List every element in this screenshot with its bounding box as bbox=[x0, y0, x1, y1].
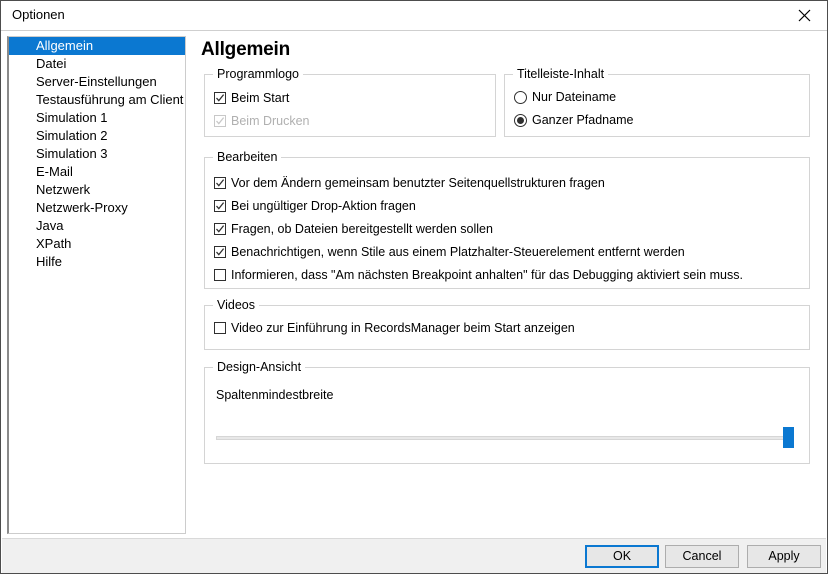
slider-track[interactable] bbox=[216, 436, 794, 440]
checkbox-label: Video zur Einführung in RecordsManager b… bbox=[231, 321, 575, 335]
radio-ganzer-pfadname[interactable]: Ganzer Pfadname bbox=[514, 113, 633, 127]
checkbox-beim-drucken: Beim Drucken bbox=[214, 114, 310, 128]
cancel-button[interactable]: Cancel bbox=[665, 545, 739, 568]
page-title: Allgemein bbox=[201, 39, 290, 61]
checkbox-label: Beim Start bbox=[231, 91, 289, 105]
content-pane: Allgemein Programmlogo Beim Start Beim bbox=[193, 33, 818, 533]
apply-button[interactable]: Apply bbox=[747, 545, 821, 568]
slider-spaltenmindestbreite[interactable] bbox=[216, 435, 794, 440]
sidebar-item-allgemein[interactable]: Allgemein bbox=[9, 37, 185, 55]
checkbox-beim-start[interactable]: Beim Start bbox=[214, 91, 289, 105]
group-bearbeiten: Bearbeiten Vor dem Ändern gemeinsam benu… bbox=[204, 157, 810, 289]
group-programmlogo: Programmlogo Beim Start Beim Drucken bbox=[204, 74, 496, 137]
checkbox-drop-aktion-fragen[interactable]: Bei ungültiger Drop-Aktion fragen bbox=[214, 199, 416, 213]
sidebar-item-e-mail[interactable]: E-Mail bbox=[9, 163, 185, 181]
checkmark-icon bbox=[214, 246, 226, 258]
sidebar-item-hilfe[interactable]: Hilfe bbox=[9, 253, 185, 271]
group-legend-design-ansicht: Design-Ansicht bbox=[213, 360, 305, 374]
slider-thumb[interactable] bbox=[783, 427, 794, 448]
checkbox-label: Bei ungültiger Drop-Aktion fragen bbox=[231, 199, 416, 213]
radio-nur-dateiname[interactable]: Nur Dateiname bbox=[514, 90, 616, 104]
sidebar-item-simulation-2[interactable]: Simulation 2 bbox=[9, 127, 185, 145]
group-legend-bearbeiten: Bearbeiten bbox=[213, 150, 281, 164]
sidebar-item-testausfuehrung-am-client[interactable]: Testausführung am Client bbox=[9, 91, 185, 109]
titlebar: Optionen bbox=[1, 1, 827, 31]
options-dialog: Optionen Allgemein Datei Server-Einstell… bbox=[0, 0, 828, 574]
sidebar-item-xpath[interactable]: XPath bbox=[9, 235, 185, 253]
group-legend-titelleiste-inhalt: Titelleiste-Inhalt bbox=[513, 67, 608, 81]
sidebar-item-netzwerk-proxy[interactable]: Netzwerk-Proxy bbox=[9, 199, 185, 217]
group-legend-videos: Videos bbox=[213, 298, 259, 312]
group-titelleiste-inhalt: Titelleiste-Inhalt Nur Dateiname Ganzer … bbox=[504, 74, 810, 137]
group-videos: Videos Video zur Einführung in RecordsMa… bbox=[204, 305, 810, 350]
checkbox-label: Beim Drucken bbox=[231, 114, 310, 128]
checkbox-empty-icon bbox=[214, 322, 226, 334]
checkbox-video-einfuehrung[interactable]: Video zur Einführung in RecordsManager b… bbox=[214, 321, 575, 335]
sidebar-item-datei[interactable]: Datei bbox=[9, 55, 185, 73]
close-icon[interactable] bbox=[782, 1, 827, 30]
checkbox-label: Fragen, ob Dateien bereitgestellt werden… bbox=[231, 222, 493, 236]
radio-icon-selected bbox=[514, 114, 527, 127]
checkbox-seitenquellstrukturen-fragen[interactable]: Vor dem Ändern gemeinsam benutzter Seite… bbox=[214, 176, 605, 190]
checkmark-icon bbox=[214, 177, 226, 189]
sidebar-item-java[interactable]: Java bbox=[9, 217, 185, 235]
checkbox-empty-icon bbox=[214, 269, 226, 281]
checkbox-label: Benachrichtigen, wenn Stile aus einem Pl… bbox=[231, 245, 685, 259]
group-design-ansicht: Design-Ansicht Spaltenmindestbreite bbox=[204, 367, 810, 464]
checkmark-icon bbox=[214, 200, 226, 212]
radio-label: Ganzer Pfadname bbox=[532, 113, 633, 127]
sidebar-item-simulation-3[interactable]: Simulation 3 bbox=[9, 145, 185, 163]
group-legend-programmlogo: Programmlogo bbox=[213, 67, 303, 81]
checkmark-icon bbox=[214, 92, 226, 104]
radio-icon bbox=[514, 91, 527, 104]
checkbox-stile-entfernt-benachrichtigen[interactable]: Benachrichtigen, wenn Stile aus einem Pl… bbox=[214, 245, 685, 259]
checkmark-icon bbox=[214, 223, 226, 235]
checkbox-dateien-bereitgestellt-fragen[interactable]: Fragen, ob Dateien bereitgestellt werden… bbox=[214, 222, 493, 236]
checkbox-label: Vor dem Ändern gemeinsam benutzter Seite… bbox=[231, 176, 605, 190]
sidebar[interactable]: Allgemein Datei Server-Einstellungen Tes… bbox=[7, 36, 186, 534]
checkbox-breakpoint-informieren[interactable]: Informieren, dass "Am nächsten Breakpoin… bbox=[214, 268, 743, 282]
sidebar-item-server-einstellungen[interactable]: Server-Einstellungen bbox=[9, 73, 185, 91]
sidebar-item-simulation-1[interactable]: Simulation 1 bbox=[9, 109, 185, 127]
checkbox-label: Informieren, dass "Am nächsten Breakpoin… bbox=[231, 268, 743, 282]
window-title: Optionen bbox=[12, 7, 65, 22]
radio-label: Nur Dateiname bbox=[532, 90, 616, 104]
dialog-footer: OK Cancel Apply bbox=[2, 538, 826, 573]
sidebar-item-netzwerk[interactable]: Netzwerk bbox=[9, 181, 185, 199]
checkmark-icon bbox=[214, 115, 226, 127]
ok-button[interactable]: OK bbox=[585, 545, 659, 568]
slider-label-spaltenmindestbreite: Spaltenmindestbreite bbox=[216, 388, 333, 402]
